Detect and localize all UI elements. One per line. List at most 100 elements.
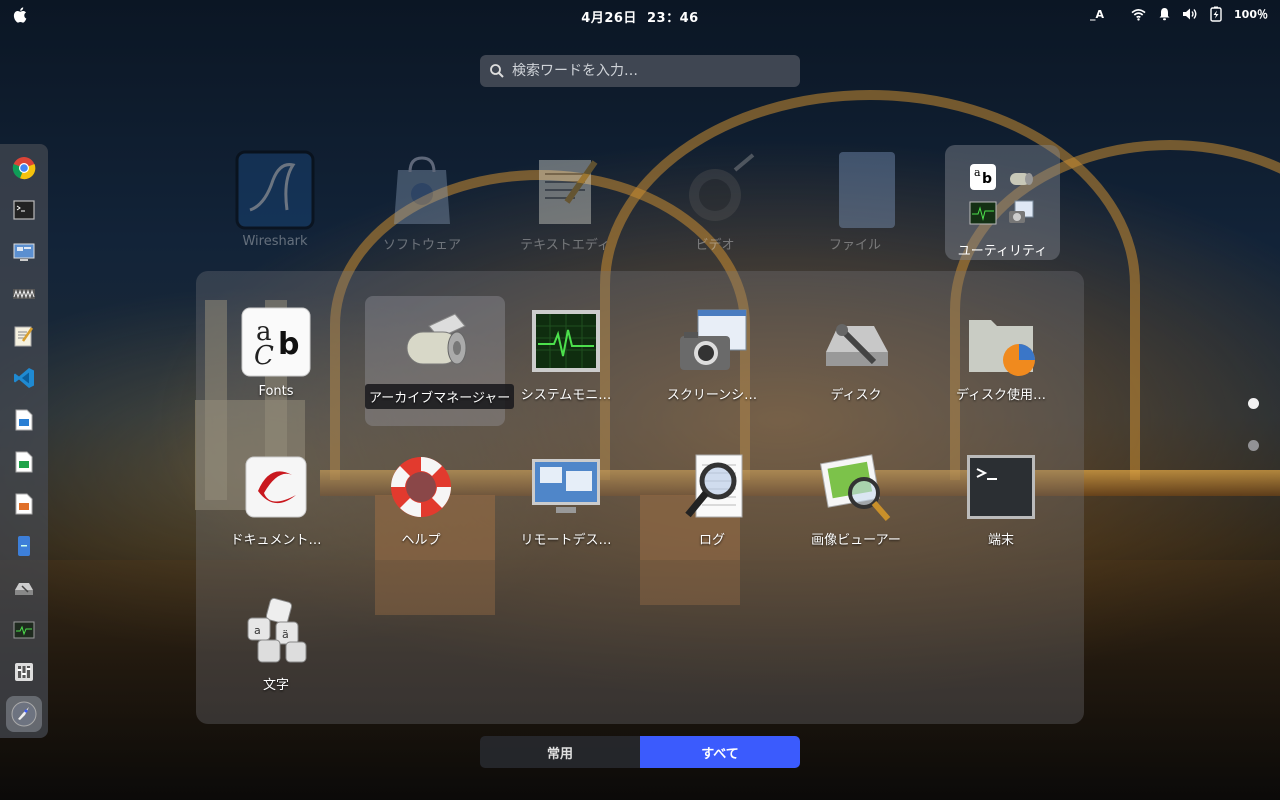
wireshark-dock-icon[interactable] — [12, 282, 36, 306]
clock: 4月26日 23：46 — [0, 7, 1280, 26]
app-label: 画像ビューアー — [811, 533, 901, 548]
files-icon — [815, 150, 895, 230]
app-screenshot[interactable]: スクリーンシ… — [642, 296, 782, 426]
app-label: ファイル — [828, 238, 881, 253]
svg-text:b: b — [278, 327, 299, 362]
svg-text:a: a — [974, 166, 981, 179]
svg-text:b: b — [982, 171, 992, 187]
writer-icon[interactable] — [12, 408, 36, 432]
text-editor-icon — [525, 150, 605, 230]
software-bag-icon — [382, 150, 462, 230]
app-wireshark-bg[interactable]: Wireshark — [225, 150, 325, 249]
top-bar: 4月26日 23：46 _A 100％ — [0, 0, 1280, 30]
time-text[interactable]: 23：46 — [647, 11, 699, 26]
apple-menu-icon[interactable] — [12, 6, 30, 24]
svg-text:C: C — [254, 341, 274, 371]
app-label: アーカイブマネージャー — [365, 384, 515, 409]
system-monitor-icon — [969, 199, 997, 227]
launcher-icon[interactable] — [6, 696, 42, 732]
image-viewer-icon — [819, 451, 892, 523]
wireshark-icon — [235, 150, 315, 230]
terminal-icon — [965, 451, 1037, 523]
app-label: リモートデス… — [520, 533, 612, 548]
tab-all[interactable]: すべて — [640, 736, 800, 768]
remote-desktop-icon — [530, 451, 602, 523]
screenshot-icon — [676, 306, 748, 378]
screenshot-icon — [1007, 199, 1035, 227]
disk-usage-icon — [965, 306, 1037, 378]
disks-icon — [820, 306, 892, 378]
fonts-icon: aCb — [240, 306, 312, 378]
chrome-icon[interactable] — [12, 156, 36, 180]
notification-bell-icon[interactable] — [1156, 6, 1172, 22]
tab-frequent[interactable]: 常用 — [480, 736, 640, 768]
dock — [0, 144, 48, 738]
disk-icon[interactable] — [12, 576, 36, 600]
app-label: ディスク使用… — [955, 388, 1047, 403]
utilities-folder-label: ユーティリティ — [957, 244, 1048, 259]
page-indicator-2[interactable] — [1248, 440, 1259, 451]
video-icon — [675, 150, 755, 230]
utilities-folder[interactable]: ab ユーティリティ — [945, 145, 1060, 260]
battery-charging-icon[interactable] — [1208, 6, 1224, 22]
app-text-editor-bg[interactable]: テキストエディ — [515, 150, 615, 253]
app-fonts[interactable]: aCb Fonts — [206, 296, 346, 426]
remote-desktop-icon[interactable] — [12, 240, 36, 264]
app-label: ソフトウェア — [382, 238, 461, 253]
app-software-bg[interactable]: ソフトウェア — [372, 150, 472, 253]
app-label: ログ — [698, 533, 725, 548]
system-monitor-icon — [530, 306, 602, 378]
wifi-icon[interactable] — [1130, 6, 1146, 22]
app-label: スクリーンシ… — [666, 388, 758, 403]
app-system-monitor[interactable]: システムモニ… — [496, 296, 636, 426]
document-viewer-icon — [240, 451, 312, 523]
app-characters[interactable]: aä 文字 — [206, 586, 346, 716]
app-label: ディスク — [830, 388, 882, 403]
system-monitor-dock-icon[interactable] — [12, 618, 36, 642]
characters-keys-icon: aä — [240, 596, 312, 668]
app-video-bg[interactable]: ビデオ — [665, 150, 765, 253]
app-label: ドキュメント… — [230, 533, 322, 548]
app-remote-desktop[interactable]: リモートデス… — [496, 441, 636, 571]
category-tabs: 常用 すべて — [480, 736, 800, 768]
date-text[interactable]: 4月26日 — [581, 11, 637, 26]
calc-icon[interactable] — [12, 450, 36, 474]
app-disk-usage[interactable]: ディスク使用… — [931, 296, 1071, 426]
app-label: ヘルプ — [401, 533, 441, 548]
archive-icon — [1007, 163, 1035, 191]
app-label: 端末 — [987, 533, 1014, 548]
app-logs[interactable]: ログ — [642, 441, 782, 571]
volume-icon[interactable] — [1182, 6, 1198, 22]
input-method-indicator[interactable]: _A — [1090, 8, 1104, 21]
battery-percent: 100％ — [1234, 8, 1268, 21]
app-document-viewer[interactable]: ドキュメント… — [206, 441, 346, 571]
utilities-folder-panel: aCb Fonts アーカイブマネージャー システムモニ… スクリーンシ… ディ… — [196, 271, 1084, 724]
app-label: Wireshark — [242, 234, 308, 249]
app-label: テキストエディ — [520, 238, 610, 253]
app-image-viewer[interactable]: 画像ビューアー — [786, 441, 926, 571]
help-lifebuoy-icon — [385, 451, 457, 523]
files-icon[interactable] — [12, 534, 36, 558]
svg-text:a: a — [254, 624, 261, 637]
search-icon — [489, 63, 505, 79]
app-label: Fonts — [258, 384, 294, 399]
fonts-icon: ab — [969, 163, 997, 191]
mixer-icon[interactable] — [12, 660, 36, 684]
app-label: システムモニ… — [520, 388, 612, 403]
search-bar[interactable] — [480, 55, 800, 87]
app-archive-manager[interactable]: アーカイブマネージャー — [365, 296, 515, 426]
logs-magnifier-icon — [676, 451, 748, 523]
vscode-icon[interactable] — [12, 366, 36, 390]
app-label: 文字 — [262, 678, 289, 693]
app-disks[interactable]: ディスク — [786, 296, 926, 426]
page-indicator-1[interactable] — [1248, 398, 1259, 409]
app-help[interactable]: ヘルプ — [351, 441, 491, 571]
app-terminal[interactable]: 端末 — [931, 441, 1071, 571]
svg-text:ä: ä — [282, 628, 289, 641]
archive-manager-icon — [399, 306, 471, 378]
impress-icon[interactable] — [12, 492, 36, 516]
terminal-icon[interactable] — [12, 198, 36, 222]
app-files-bg[interactable]: ファイル — [805, 150, 905, 253]
search-input[interactable] — [510, 62, 794, 80]
text-editor-icon[interactable] — [12, 324, 36, 348]
